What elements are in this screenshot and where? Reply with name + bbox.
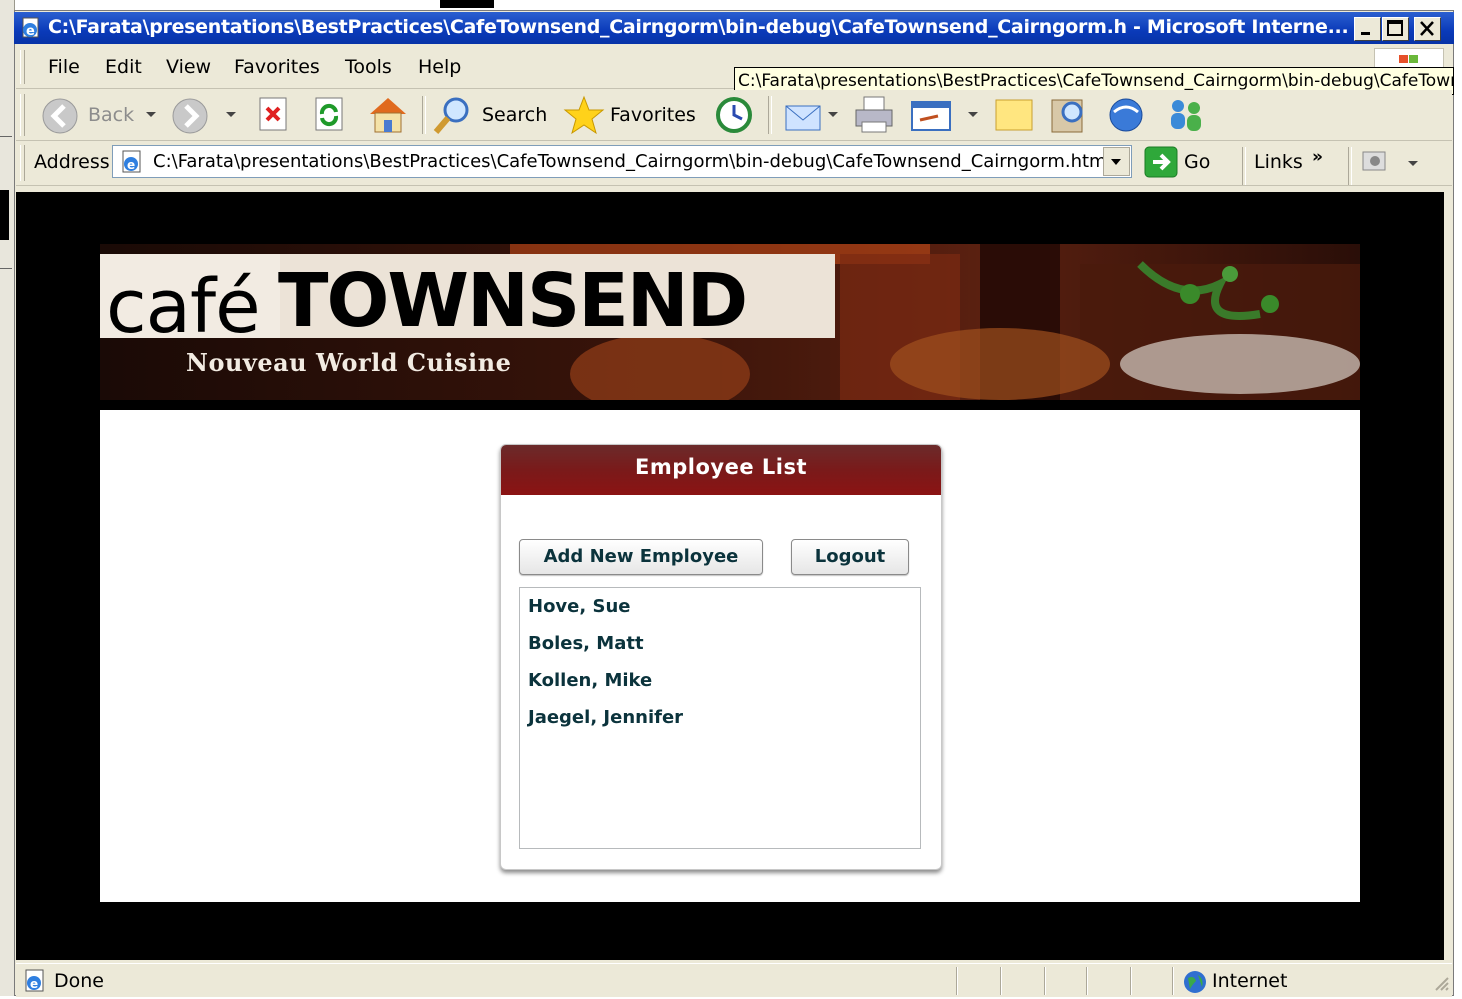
page-content: café TOWNSEND Nouveau World Cuisine Empl… bbox=[16, 192, 1444, 960]
desktop-left-strip bbox=[0, 0, 15, 996]
history-icon[interactable] bbox=[712, 94, 756, 140]
list-item[interactable]: Kollen, Mike bbox=[528, 670, 652, 691]
home-icon[interactable] bbox=[366, 94, 410, 140]
tagline: Nouveau World Cuisine bbox=[186, 348, 512, 377]
favorites-label[interactable]: Favorites bbox=[610, 104, 696, 126]
address-dropdown-button[interactable] bbox=[1103, 147, 1130, 176]
status-page-icon: e bbox=[22, 968, 48, 998]
list-item[interactable]: Boles, Matt bbox=[528, 633, 644, 654]
cafe-word: café bbox=[106, 264, 261, 350]
address-input[interactable]: e C:\Farata\presentations\BestPractices\… bbox=[112, 145, 1132, 178]
back-label[interactable]: Back bbox=[88, 104, 134, 126]
close-window-button[interactable] bbox=[1414, 17, 1441, 41]
favorites-star-icon[interactable] bbox=[562, 94, 606, 140]
panel-title: Employee List bbox=[635, 455, 807, 479]
svg-text:e: e bbox=[30, 977, 38, 991]
refresh-icon[interactable] bbox=[312, 96, 348, 138]
svg-text:e: e bbox=[127, 158, 135, 172]
go-button-label[interactable]: Go bbox=[1184, 151, 1210, 173]
address-bar: Address e C:\Farata\presentations\BestPr… bbox=[16, 141, 1452, 186]
search-icon[interactable] bbox=[430, 94, 476, 140]
internet-globe-icon bbox=[1182, 969, 1208, 999]
mail-dropdown-icon[interactable] bbox=[828, 112, 838, 117]
discuss-icon[interactable] bbox=[992, 94, 1036, 140]
snagit-icon[interactable] bbox=[1360, 147, 1394, 181]
address-url[interactable]: C:\Farata\presentations\BestPractices\Ca… bbox=[153, 151, 1112, 172]
address-label: Address bbox=[34, 151, 110, 173]
menu-tools[interactable]: Tools bbox=[345, 56, 392, 78]
title-bar[interactable]: e C:\Farata\presentations\BestPractices\… bbox=[14, 12, 1454, 44]
employee-list-panel: Employee List Add New Employee Logout Ho… bbox=[500, 444, 942, 870]
ie-page-icon: e bbox=[20, 17, 42, 39]
menu-view[interactable]: View bbox=[166, 56, 211, 78]
links-label[interactable]: Links bbox=[1254, 151, 1303, 173]
security-zone: Internet bbox=[1212, 970, 1288, 992]
window-title: C:\Farata\presentations\BestPractices\Ca… bbox=[48, 16, 1348, 38]
menu-help[interactable]: Help bbox=[418, 56, 461, 78]
logout-button[interactable]: Logout bbox=[791, 539, 909, 575]
employee-list[interactable]: Hove, Sue Boles, Matt Kollen, Mike Jaege… bbox=[519, 587, 921, 849]
menu-favorites[interactable]: Favorites bbox=[234, 56, 320, 78]
page-icon: e bbox=[119, 149, 145, 179]
menu-file[interactable]: File bbox=[48, 56, 80, 78]
forward-dropdown-icon[interactable] bbox=[226, 112, 236, 117]
maximize-button[interactable] bbox=[1382, 17, 1409, 41]
townsend-word: TOWNSEND bbox=[278, 258, 748, 344]
links-chevron-icon[interactable]: » bbox=[1312, 147, 1323, 167]
status-bar: e Done Internet bbox=[16, 963, 1452, 997]
snagit-dropdown-icon[interactable] bbox=[1408, 161, 1418, 166]
desktop-top-strip bbox=[0, 0, 1462, 10]
mail-icon[interactable] bbox=[782, 96, 826, 140]
panel-header: Employee List bbox=[501, 445, 941, 495]
edit-dropdown-icon[interactable] bbox=[968, 112, 978, 117]
go-arrow-icon[interactable] bbox=[1144, 146, 1178, 182]
search-label[interactable]: Search bbox=[482, 104, 547, 126]
cafe-banner: café TOWNSEND Nouveau World Cuisine bbox=[100, 244, 1360, 400]
add-employee-button[interactable]: Add New Employee bbox=[519, 539, 763, 575]
research-icon[interactable] bbox=[1046, 94, 1090, 140]
minimize-button[interactable] bbox=[1354, 17, 1381, 41]
back-icon[interactable] bbox=[40, 96, 80, 140]
resize-grip-icon[interactable] bbox=[1432, 974, 1450, 996]
list-item[interactable]: Hove, Sue bbox=[528, 596, 630, 617]
status-text: Done bbox=[54, 970, 104, 992]
svg-text:e: e bbox=[26, 24, 35, 39]
stop-icon[interactable] bbox=[256, 96, 292, 138]
people-icon[interactable] bbox=[1162, 94, 1210, 140]
list-item[interactable]: Jaegel, Jennifer bbox=[528, 707, 683, 728]
messenger-icon[interactable] bbox=[1104, 94, 1148, 140]
standard-toolbar: Back Search Favorites bbox=[16, 90, 1452, 141]
back-dropdown-icon[interactable] bbox=[146, 112, 156, 117]
menu-edit[interactable]: Edit bbox=[105, 56, 142, 78]
forward-icon[interactable] bbox=[170, 96, 210, 140]
edit-icon[interactable] bbox=[908, 96, 954, 140]
print-icon[interactable] bbox=[852, 94, 898, 140]
